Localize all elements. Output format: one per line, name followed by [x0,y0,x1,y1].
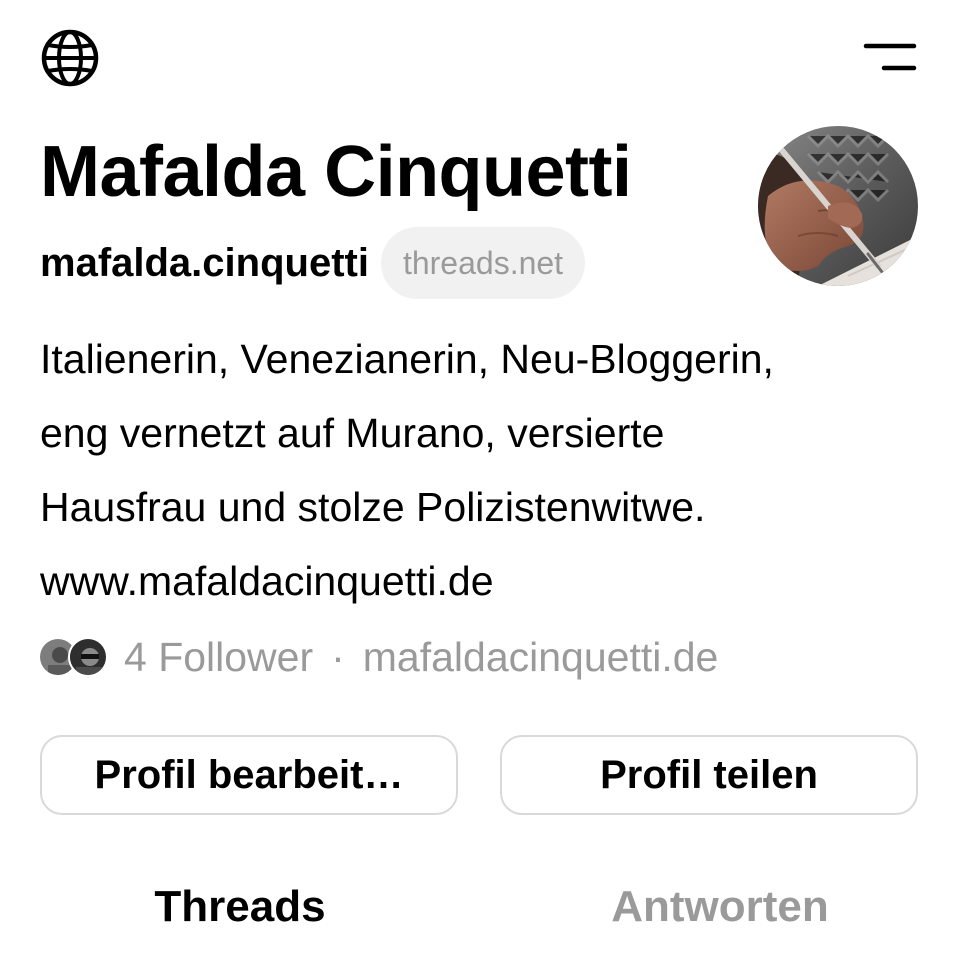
tab-threads[interactable]: Threads [0,874,480,940]
follower-avatars[interactable] [38,637,110,677]
followers-row: 4 Follower · mafaldacinquetti.de [38,620,719,694]
followers-count[interactable]: 4 Follower [124,634,313,681]
profile-handle: mafalda.cinquetti [40,241,369,285]
profile-name: Mafalda Cinquetti [40,132,632,212]
bio-line: Italienerin, Venezianerin, Neu-Bloggerin… [40,336,774,382]
tab-replies[interactable]: Antworten [480,874,960,940]
edit-profile-button[interactable]: Profil bearbeit… [40,735,458,815]
handle-row: mafalda.cinquetti threads.net [40,226,586,300]
profile-page: Mafalda Cinquetti mafalda.cinquetti thre… [0,0,960,960]
domain-badge[interactable]: threads.net [380,227,586,299]
avatar[interactable] [758,126,918,286]
share-profile-button[interactable]: Profil teilen [500,735,918,815]
menu-icon[interactable] [862,40,918,74]
bio-link[interactable]: www.mafaldacinquetti.de [40,544,940,618]
bio-line: eng vernetzt auf Murano, versierte [40,410,665,456]
profile-bio: Italienerin, Venezianerin, Neu-Bloggerin… [40,322,940,618]
bio-line: Hausfrau und stolze Polizistenwitwe. [40,484,706,530]
profile-link[interactable]: mafaldacinquetti.de [363,634,719,681]
globe-icon[interactable] [40,28,100,88]
separator-dot: · [331,633,345,680]
follower-avatar [68,637,108,677]
